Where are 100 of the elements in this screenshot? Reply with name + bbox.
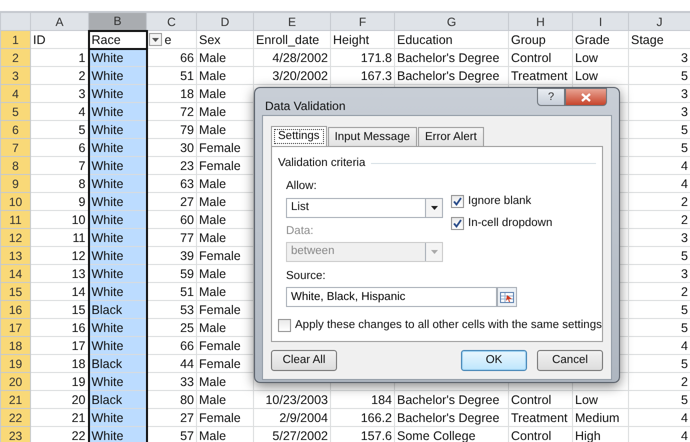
table-cell: White [88, 84, 146, 102]
row-header[interactable]: 5 [0, 102, 30, 120]
table-cell: 171.8 [330, 48, 394, 66]
caret-icon [430, 250, 438, 254]
row-header[interactable]: 20 [0, 372, 30, 390]
table-cell: White [88, 336, 146, 354]
dialog-button[interactable]: Clear All [271, 350, 337, 371]
table-cell: Medium [572, 408, 628, 426]
row-header[interactable]: 3 [0, 66, 30, 84]
dropdown-button[interactable] [148, 33, 162, 46]
column-header[interactable]: E [254, 12, 330, 30]
column-header[interactable]: B [88, 12, 146, 30]
table-cell: Control [508, 390, 572, 408]
caret-icon [152, 38, 158, 42]
tab[interactable]: Error Alert [418, 127, 484, 146]
table-cell: 167.3 [330, 66, 394, 84]
table-cell: 39 [146, 246, 196, 264]
table-cell: Black [88, 390, 146, 408]
table-cell: 51 [146, 66, 196, 84]
table-cell: Low [572, 66, 628, 84]
row-header[interactable]: 21 [0, 390, 30, 408]
row-header[interactable]: 18 [0, 336, 30, 354]
table-cell: 80 [146, 390, 196, 408]
table-cell: 51 [146, 282, 196, 300]
close-icon [581, 92, 591, 102]
table-cell: Low [572, 390, 628, 408]
table-cell: White [88, 138, 146, 156]
table-cell: 66 [146, 336, 196, 354]
table-cell: White [88, 102, 146, 120]
column-heading-cell: e [146, 30, 196, 48]
table-cell: White [88, 192, 146, 210]
table-cell: Bachelor's Degree [394, 390, 508, 408]
table-cell: Treatment [508, 66, 572, 84]
dropdown-field[interactable]: List [286, 198, 443, 218]
table-cell: 30 [146, 138, 196, 156]
column-header[interactable]: F [330, 12, 394, 30]
field-label: Data: [286, 224, 314, 238]
table-cell: Male [196, 372, 254, 390]
column-heading-cell: Education [394, 30, 508, 48]
row-header[interactable]: 19 [0, 354, 30, 372]
row-header[interactable]: 8 [0, 156, 30, 174]
table-cell: Female [196, 408, 254, 426]
column-header[interactable]: H [508, 12, 572, 30]
table-cell: Control [508, 426, 572, 442]
table-cell: 33 [146, 372, 196, 390]
row-header[interactable]: 17 [0, 318, 30, 336]
table-cell: White [88, 372, 146, 390]
row-header[interactable]: 4 [0, 84, 30, 102]
dialog-button[interactable]: OK [461, 350, 527, 371]
row-header[interactable]: 11 [0, 210, 30, 228]
column-header[interactable]: I [572, 12, 628, 30]
table-cell: Male [196, 84, 254, 102]
column-header[interactable]: G [394, 12, 508, 30]
table-cell: 59 [146, 264, 196, 282]
row-header[interactable]: 1 [0, 30, 30, 48]
table-cell: Low [572, 48, 628, 66]
checkbox-label: Ignore blank [468, 194, 532, 210]
table-cell: White [88, 210, 146, 228]
table-cell: White [88, 174, 146, 192]
table-cell: Bachelor's Degree [394, 408, 508, 426]
range-picker-icon [500, 292, 514, 302]
tab[interactable]: Input Message [328, 127, 417, 146]
close-button[interactable] [565, 88, 607, 106]
row-header[interactable]: 16 [0, 300, 30, 318]
row-header[interactable]: 22 [0, 408, 30, 426]
row-header[interactable]: 2 [0, 48, 30, 66]
table-cell: White [88, 264, 146, 282]
row-header[interactable]: 13 [0, 246, 30, 264]
range-picker-button[interactable] [497, 287, 517, 307]
table-cell: Control [508, 48, 572, 66]
row-header[interactable]: 15 [0, 282, 30, 300]
table-cell: 25 [146, 318, 196, 336]
column-header[interactable]: C [146, 12, 196, 30]
table-cell: 72 [146, 102, 196, 120]
row-header[interactable]: 23 [0, 426, 30, 442]
source-field[interactable]: White, Black, Hispanic [286, 287, 497, 307]
column-heading-cell: Race [88, 30, 146, 48]
table-cell: 23 [146, 156, 196, 174]
row-header[interactable]: 14 [0, 264, 30, 282]
table-cell: 10/23/2003 [254, 390, 330, 408]
checkbox[interactable] [451, 195, 464, 208]
row-header[interactable]: 6 [0, 120, 30, 138]
checkbox[interactable] [451, 216, 464, 230]
dropdown-field: between [286, 242, 443, 262]
dialog-button[interactable]: Cancel [537, 350, 603, 371]
row-header[interactable]: 12 [0, 228, 30, 246]
column-header[interactable]: D [196, 12, 254, 30]
window-title: Data Validation [265, 98, 346, 115]
table-cell: Male [196, 390, 254, 408]
column-header[interactable]: A [30, 12, 88, 30]
tab[interactable]: Settings [271, 126, 327, 147]
checkbox[interactable] [278, 318, 291, 332]
table-cell: 2/9/2004 [254, 408, 330, 426]
column-header[interactable]: J [628, 12, 690, 30]
row-header[interactable]: 10 [0, 192, 30, 210]
row-header[interactable]: 7 [0, 138, 30, 156]
help-button[interactable]: ? [537, 88, 565, 106]
table-cell: 27 [146, 408, 196, 426]
row-header[interactable]: 9 [0, 174, 30, 192]
checkbox-label: In-cell dropdown [468, 216, 552, 230]
